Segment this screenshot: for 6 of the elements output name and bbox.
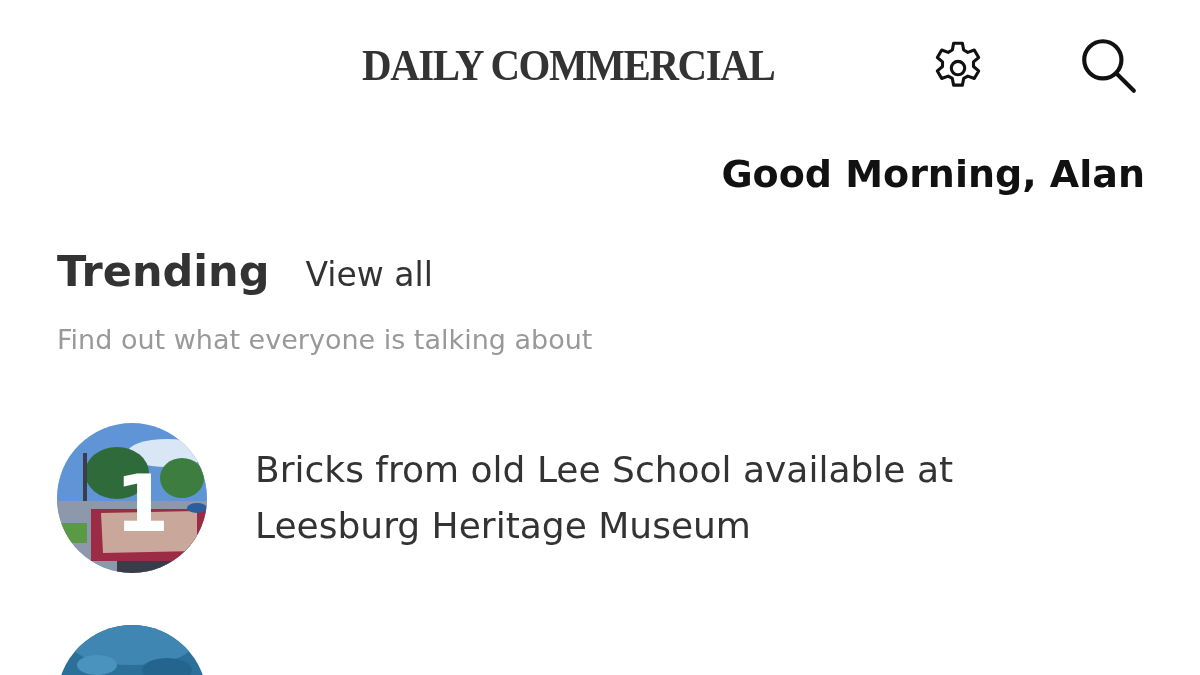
view-all-link[interactable]: View all (305, 255, 433, 294)
section-title: Trending (57, 246, 270, 296)
section-subtitle: Find out what everyone is talking about (57, 324, 594, 355)
greeting-text: Good Morning, Alan (720, 152, 1146, 196)
article-title[interactable]: Bricks from old Lee School available at Leesburg Heritage Museum (255, 442, 1075, 554)
logo[interactable]: DAILY COMMERCIAL (362, 39, 807, 91)
